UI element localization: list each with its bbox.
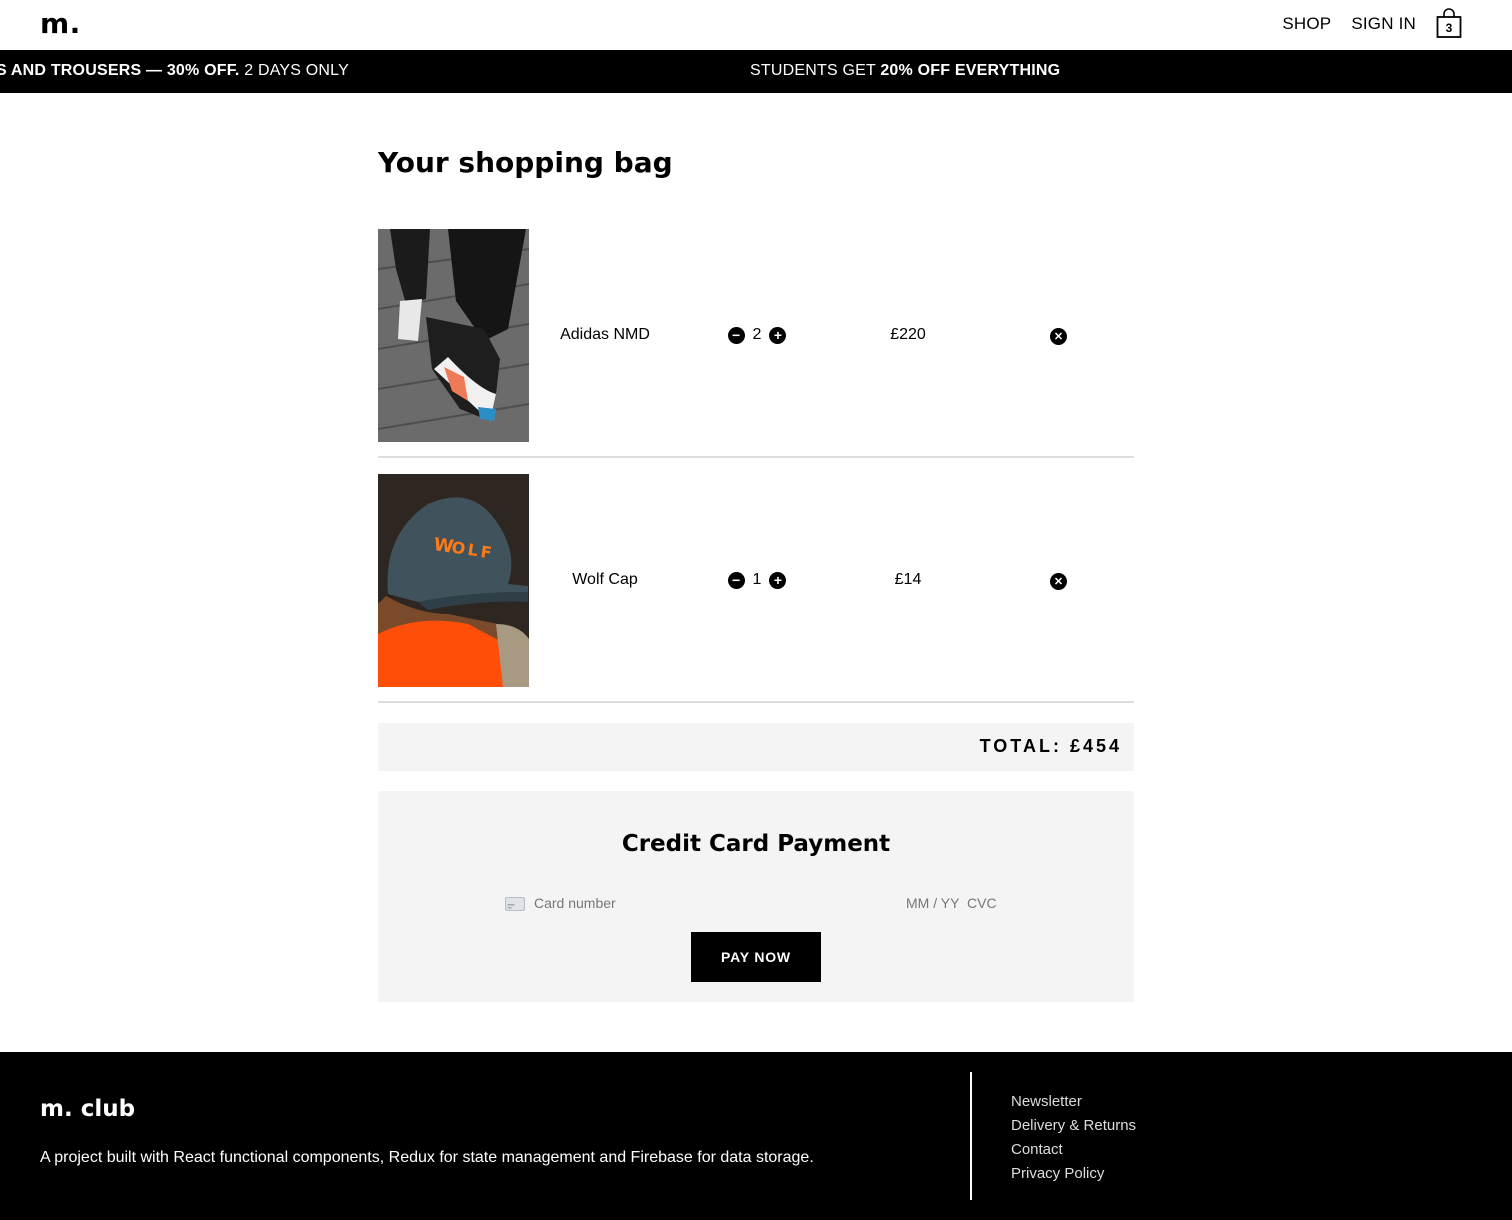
product-image[interactable]: W O L F: [378, 474, 529, 687]
total-amount: TOTAL: £454: [980, 736, 1122, 757]
remove-item-icon[interactable]: ✕: [1050, 328, 1067, 345]
bag-item-row: W O L F Wolf Cap − 1 + £14 ✕: [378, 474, 1134, 703]
decrease-quantity-button[interactable]: −: [727, 326, 745, 344]
footer-link-privacy-policy[interactable]: Privacy Policy: [1011, 1162, 1136, 1186]
decrease-quantity-button[interactable]: −: [727, 571, 745, 589]
total-bar: TOTAL: £454: [378, 723, 1134, 771]
logo[interactable]: m.: [40, 7, 81, 40]
footer-link-contact[interactable]: Contact: [1011, 1138, 1136, 1162]
quantity-stepper: − 2 +: [681, 326, 833, 344]
increase-quantity-button[interactable]: +: [769, 571, 787, 589]
footer-description: A project built with React functional co…: [40, 1149, 814, 1166]
quantity-value: 2: [752, 326, 762, 343]
footer-link-delivery-returns[interactable]: Delivery & Returns: [1011, 1114, 1136, 1138]
card-cvc-placeholder: CVC: [967, 895, 997, 911]
svg-text:O: O: [450, 538, 466, 559]
card-input-field[interactable]: Card number MM / YY CVC: [505, 894, 1005, 914]
product-image[interactable]: [378, 229, 529, 442]
shopping-bag-button[interactable]: 3: [1436, 8, 1464, 40]
quantity-value: 1: [752, 571, 762, 588]
item-name: Adidas NMD: [560, 326, 650, 343]
cap-photo-image: W O L F: [378, 474, 529, 687]
page-title: Your shopping bag: [378, 146, 673, 179]
footer: m. club A project built with React funct…: [0, 1052, 1512, 1220]
item-price: £14: [894, 571, 922, 588]
total-value: £454: [1069, 736, 1122, 756]
card-number-placeholder: Card number: [534, 895, 616, 911]
payment-title: Credit Card Payment: [621, 831, 891, 857]
main-nav: SHOP SIGN IN 3: [1282, 8, 1464, 40]
nav-sign-in-link[interactable]: SIGN IN: [1351, 14, 1416, 34]
quantity-stepper: − 1 +: [681, 571, 833, 589]
footer-divider: [970, 1072, 972, 1200]
sneaker-photo-image: [378, 229, 529, 442]
footer-links: Newsletter Delivery & Returns Contact Pr…: [1011, 1090, 1136, 1186]
pay-now-button[interactable]: PAY NOW: [691, 932, 821, 982]
remove-item-icon[interactable]: ✕: [1050, 573, 1067, 590]
payment-panel: Credit Card Payment Card number MM / YY …: [378, 791, 1134, 1002]
promo-banner: S AND TROUSERS — 30% OFF. 2 DAYS ONLY ST…: [0, 50, 1512, 93]
footer-link-newsletter[interactable]: Newsletter: [1011, 1090, 1136, 1114]
item-name: Wolf Cap: [572, 571, 638, 588]
credit-card-icon: [505, 897, 525, 911]
nav-shop-link[interactable]: SHOP: [1282, 14, 1331, 34]
item-price: £220: [890, 326, 926, 343]
footer-title: m. club: [40, 1096, 136, 1122]
bag-count-badge: 3: [1445, 21, 1453, 35]
header: m. SHOP SIGN IN 3: [0, 0, 1512, 50]
card-expiry-placeholder: MM / YY: [906, 895, 960, 911]
promo-message-1: S AND TROUSERS — 30% OFF. 2 DAYS ONLY: [0, 62, 349, 79]
total-label: TOTAL:: [979, 736, 1062, 756]
promo-message-2: STUDENTS GET 20% OFF EVERYTHING: [750, 62, 1061, 79]
bag-item-row: Adidas NMD − 2 + £220 ✕: [378, 229, 1134, 458]
increase-quantity-button[interactable]: +: [769, 326, 787, 344]
